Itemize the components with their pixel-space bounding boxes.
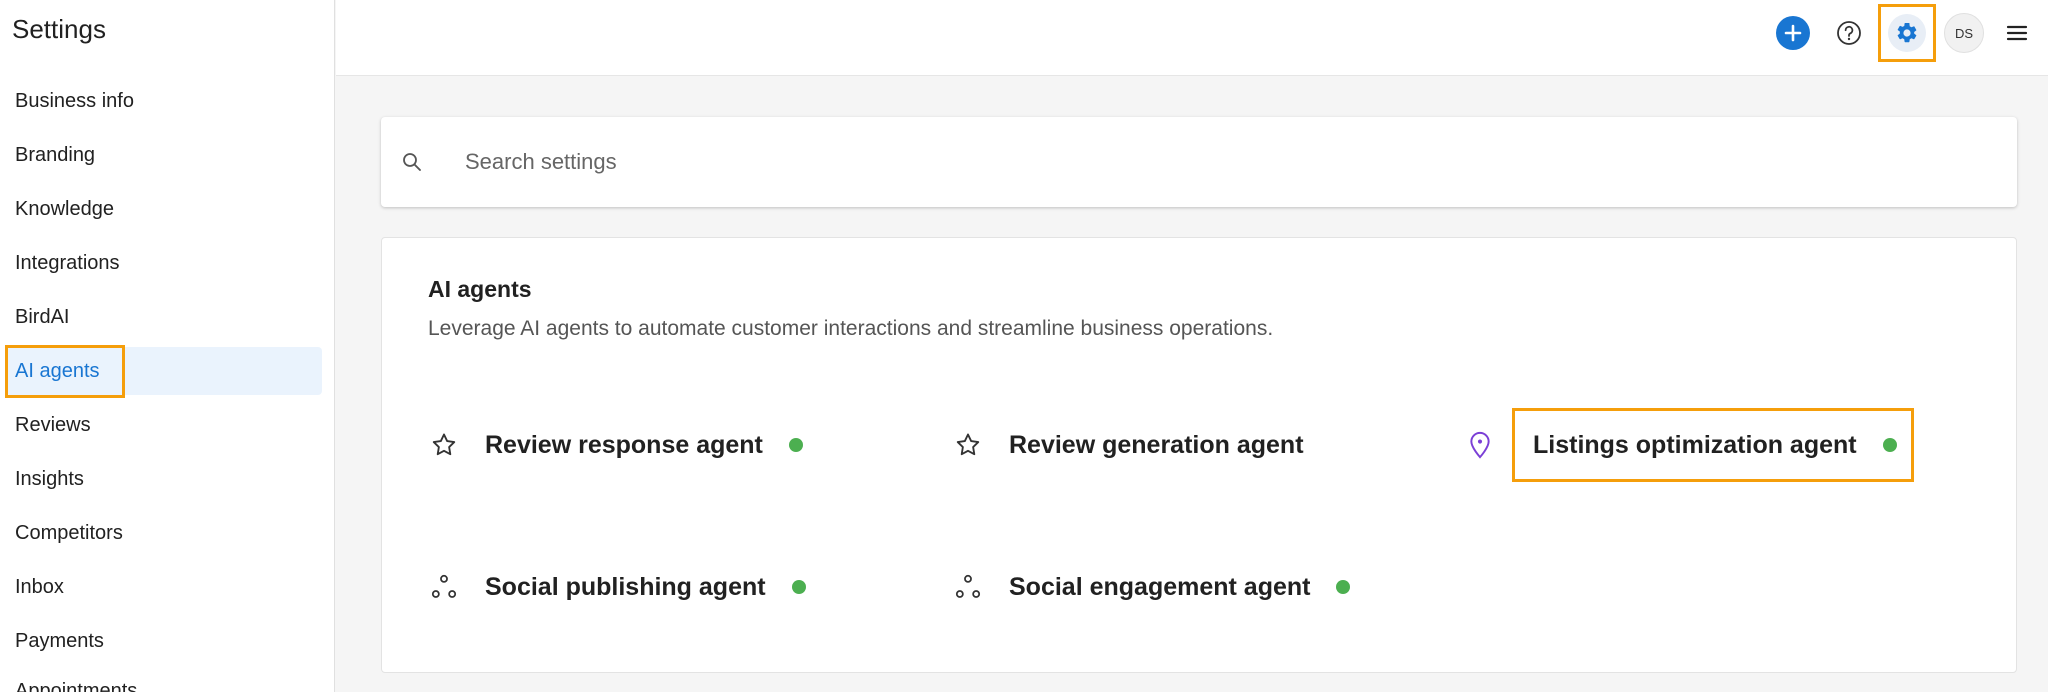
settings-button[interactable] xyxy=(1878,4,1936,62)
sidebar-item-knowledge[interactable]: Knowledge xyxy=(6,185,322,233)
sidebar-item-label: Competitors xyxy=(15,521,123,544)
sidebar-item-label: Appointments xyxy=(15,679,138,692)
sidebar-item-insights[interactable]: Insights xyxy=(6,455,322,503)
card-title: AI agents xyxy=(428,276,532,302)
sidebar-item-label: Inbox xyxy=(15,575,64,598)
help-icon xyxy=(1837,21,1861,45)
sidebar-item-integrations[interactable]: Integrations xyxy=(6,239,322,287)
sidebar-item-label: Reviews xyxy=(15,413,91,436)
sidebar-item-reviews[interactable]: Reviews xyxy=(6,401,322,449)
plus-icon xyxy=(1776,16,1810,50)
gear-icon xyxy=(1888,14,1926,52)
agent-listings-optimization[interactable]: Listings optimization agent xyxy=(1464,408,1914,482)
top-bar: DS xyxy=(336,0,2048,76)
sidebar-item-payments[interactable]: Payments xyxy=(6,617,322,665)
sidebar-title: Settings xyxy=(12,14,106,44)
agent-label: Social engagement agent xyxy=(1009,572,1311,601)
agent-review-generation[interactable]: Review generation agent xyxy=(952,421,1304,469)
sidebar-item-competitors[interactable]: Competitors xyxy=(6,509,322,557)
location-pin-icon xyxy=(1464,429,1496,461)
search-card xyxy=(381,117,2017,207)
sidebar-item-label: Branding xyxy=(15,143,96,166)
status-active-dot xyxy=(1336,580,1351,594)
main-menu-button[interactable] xyxy=(1998,14,2036,52)
search-icon xyxy=(403,153,421,171)
sidebar-item-label: Knowledge xyxy=(15,197,114,220)
sidebar-item-appointments[interactable]: Appointments xyxy=(6,667,322,692)
status-active-dot xyxy=(791,580,806,594)
sidebar-item-ai-agents[interactable]: AI agents xyxy=(5,344,322,398)
create-button[interactable] xyxy=(1774,14,1812,52)
sidebar-item-label: Payments xyxy=(15,629,104,652)
share-dots-icon xyxy=(952,571,984,603)
agent-label: Listings optimization agent xyxy=(1533,430,1857,459)
agent-label: Review response agent xyxy=(485,430,763,459)
status-active-dot xyxy=(1882,438,1897,452)
agent-social-publishing[interactable]: Social publishing agent xyxy=(428,563,806,611)
sidebar-item-label: BirdAI xyxy=(15,305,70,328)
menu-icon xyxy=(2006,25,2028,41)
sidebar-item-label: Integrations xyxy=(15,251,120,274)
agent-label: Social publishing agent xyxy=(485,572,766,601)
card-description: Leverage AI agents to automate customer … xyxy=(428,317,1274,340)
sidebar-item-label: Business info xyxy=(15,89,134,112)
user-avatar[interactable]: DS xyxy=(1944,13,1984,53)
highlight-box: Listings optimization agent xyxy=(1512,408,1914,482)
search-input[interactable] xyxy=(465,139,1985,185)
sidebar-item-label: AI agents xyxy=(5,344,125,398)
sidebar-item-birdai[interactable]: BirdAI xyxy=(6,293,322,341)
sidebar-item-label: Insights xyxy=(15,467,84,490)
help-button[interactable] xyxy=(1830,14,1868,52)
star-icon xyxy=(952,429,984,461)
star-icon xyxy=(428,429,460,461)
agent-social-engagement[interactable]: Social engagement agent xyxy=(952,563,1351,611)
sidebar-item-business-info[interactable]: Business info xyxy=(6,77,322,125)
share-dots-icon xyxy=(428,571,460,603)
sidebar-item-branding[interactable]: Branding xyxy=(6,131,322,179)
agent-review-response[interactable]: Review response agent xyxy=(428,421,803,469)
sidebar-item-inbox[interactable]: Inbox xyxy=(6,563,322,611)
status-active-dot xyxy=(788,438,803,452)
agent-label: Review generation agent xyxy=(1009,430,1304,459)
settings-sidebar: Settings Business info Branding Knowledg… xyxy=(0,0,335,692)
ai-agents-card: AI agents Leverage AI agents to automate… xyxy=(381,237,2017,673)
